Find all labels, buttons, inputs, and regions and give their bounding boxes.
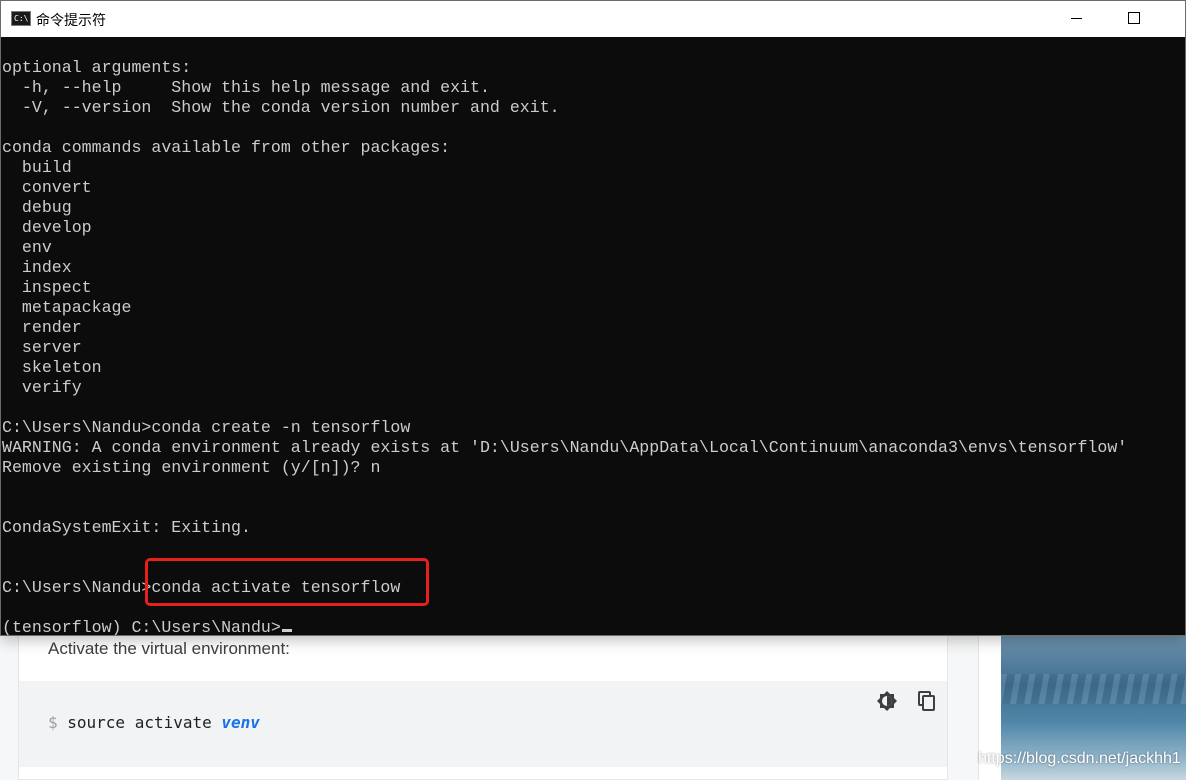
prompt-line[interactable]: (tensorflow) C:\Users\Nandu> (2, 618, 1127, 635)
console-line: verify (2, 378, 82, 397)
minimize-button[interactable] (1054, 1, 1100, 37)
cmd-app-icon: C:\. (11, 11, 31, 26)
copy-button[interactable] (915, 689, 939, 713)
console-line: C:\Users\Nandu>conda create -n tensorflo… (2, 418, 411, 437)
console-line: conda commands available from other pack… (2, 138, 451, 157)
window-title: 命令提示符 (36, 12, 106, 28)
minimize-icon (1071, 18, 1082, 19)
title-bar[interactable]: C:\. 命令提示符 (1, 1, 1185, 37)
console-line: inspect (2, 278, 92, 297)
code-block: $ source activate venv (19, 681, 947, 767)
code-prompt: $ (48, 713, 68, 732)
maximize-button[interactable] (1111, 1, 1157, 37)
copy-icon (918, 691, 935, 711)
code-argument: venv (221, 713, 260, 732)
console-line: C:\Users\Nandu>conda activate tensorflow (2, 578, 401, 597)
current-prompt: (tensorflow) C:\Users\Nandu> (2, 618, 281, 635)
console-output[interactable]: optional arguments: -h, --help Show this… (1, 37, 1185, 635)
console-line: -h, --help Show this help message and ex… (2, 78, 490, 97)
theme-toggle-button[interactable] (875, 689, 899, 713)
doc-instruction: Activate the virtual environment: (48, 639, 290, 658)
console-line: server (2, 338, 82, 357)
code-command: source activate (67, 713, 222, 732)
console-line: render (2, 318, 82, 337)
console-line: WARNING: A conda environment already exi… (2, 438, 1128, 457)
brightness-icon (877, 691, 897, 711)
console-line: skeleton (2, 358, 102, 377)
watermark: https://blog.csdn.net/jackhh1 (978, 750, 1181, 767)
console-line: Remove existing environment (y/[n])? n (2, 458, 381, 477)
console-line: index (2, 258, 72, 277)
console-line: convert (2, 178, 92, 197)
cmd-window[interactable]: C:\. 命令提示符 optional arguments: -h, --hel… (0, 0, 1186, 636)
console-line: optional arguments: (2, 58, 192, 77)
maximize-icon (1128, 12, 1140, 24)
console-line: build (2, 158, 72, 177)
console-line: develop (2, 218, 92, 237)
console-line: metapackage (2, 298, 132, 317)
console-line: env (2, 238, 52, 257)
text-cursor (281, 629, 292, 632)
console-line: CondaSystemExit: Exiting. (2, 518, 251, 537)
console-line: debug (2, 198, 72, 217)
console-lines: optional arguments: -h, --help Show this… (2, 58, 1127, 635)
code-line[interactable]: $ source activate venv (48, 713, 260, 732)
console-line: -V, --version Show the conda version num… (2, 98, 560, 117)
